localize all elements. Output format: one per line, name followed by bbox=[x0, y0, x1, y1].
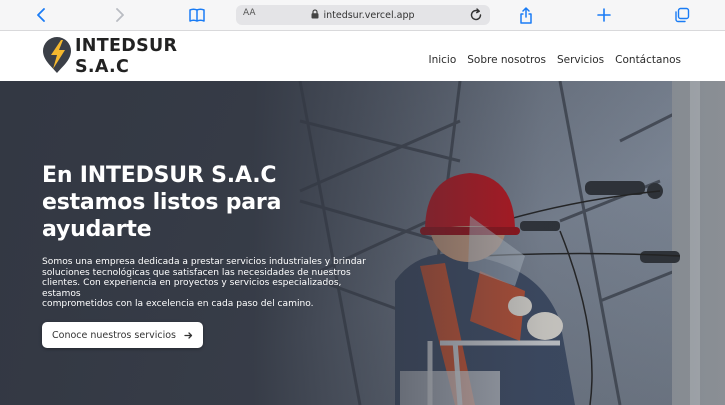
url-text: intedsur.vercel.app bbox=[323, 9, 415, 21]
url-container: intedsur.vercel.app bbox=[236, 5, 490, 25]
reload-icon[interactable] bbox=[468, 7, 484, 23]
brand-name[interactable]: INTEDSUR S.A.C bbox=[75, 36, 177, 78]
nav-sobre-nosotros[interactable]: Sobre nosotros bbox=[467, 54, 546, 66]
hero-description-line-1: Somos una empresa dedicada a prestar ser… bbox=[42, 257, 366, 267]
tabs-icon[interactable] bbox=[672, 5, 692, 25]
hero-description-line-2: soluciones tecnológicas que satisfacen l… bbox=[42, 267, 351, 278]
brand-line-1: INTEDSUR bbox=[75, 36, 178, 56]
nav-inicio[interactable]: Inicio bbox=[428, 54, 456, 66]
nav-servicios[interactable]: Servicios bbox=[557, 54, 604, 66]
new-tab-icon[interactable] bbox=[594, 5, 614, 25]
hero-overlay bbox=[0, 81, 725, 405]
back-icon[interactable] bbox=[32, 5, 52, 25]
hero-section: En INTEDSUR S.A.C estamos listos para ay… bbox=[0, 81, 725, 405]
share-icon[interactable] bbox=[516, 5, 536, 25]
hero-description-line-3: clientes. Con experiencia en proyectos y… bbox=[42, 278, 342, 299]
hero-title: En INTEDSUR S.A.C estamos listos para ay… bbox=[42, 162, 342, 243]
brand-line-2: S.A.C bbox=[75, 57, 130, 77]
site-header: INTEDSUR S.A.C Inicio Sobre nosotros Ser… bbox=[0, 31, 725, 81]
services-cta-label: Conoce nuestros servicios bbox=[52, 329, 176, 341]
lock-icon bbox=[311, 6, 319, 24]
nav-contactanos[interactable]: Contáctanos bbox=[615, 54, 681, 66]
hero-description: Somos una empresa dedicada a prestar ser… bbox=[42, 257, 382, 310]
hero-title-line-1: En INTEDSUR S.A.C bbox=[42, 163, 277, 188]
hero-title-line-3: ayudarte bbox=[42, 217, 152, 242]
hero-title-line-2: estamos listos para bbox=[42, 190, 282, 215]
main-nav: Inicio Sobre nosotros Servicios Contácta… bbox=[428, 54, 681, 66]
hero-description-line-4: comprometidos con la excelencia en cada … bbox=[42, 299, 314, 310]
services-cta-button[interactable]: Conoce nuestros servicios bbox=[42, 322, 203, 348]
bolt-logo-icon[interactable] bbox=[42, 36, 72, 74]
browser-toolbar: AA intedsur.vercel.app bbox=[0, 0, 725, 31]
address-bar[interactable]: AA intedsur.vercel.app bbox=[236, 5, 490, 25]
forward-icon[interactable] bbox=[109, 5, 129, 25]
arrow-right-icon bbox=[184, 331, 193, 340]
bookmarks-icon[interactable] bbox=[187, 5, 207, 25]
